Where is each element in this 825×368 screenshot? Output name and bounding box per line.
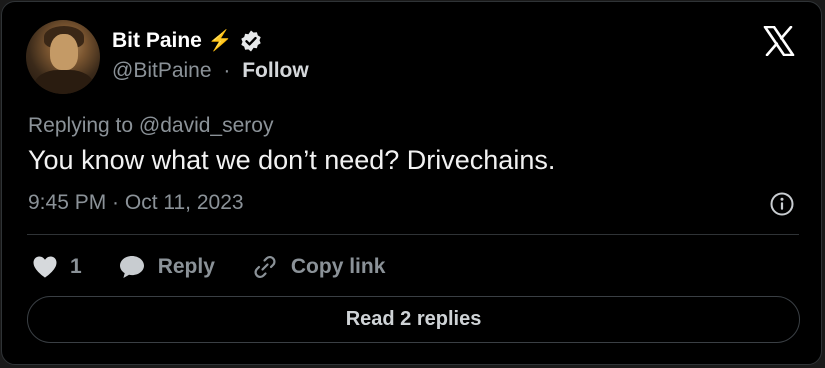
tweet-card: Bit Paine ⚡ @BitPaine · Follow Replying … [1, 1, 822, 365]
reply-label: Reply [157, 255, 215, 278]
avatar[interactable] [26, 20, 100, 94]
heart-icon [32, 255, 58, 279]
copy-link-label: Copy link [290, 255, 386, 278]
handle-separator: · [223, 59, 231, 82]
tweet-timestamp[interactable]: 9:45 PM · Oct 11, 2023 [28, 191, 244, 215]
like-count: 1 [70, 255, 82, 278]
info-icon[interactable] [769, 191, 795, 217]
verified-badge-icon [239, 29, 263, 53]
read-replies-button[interactable]: Read 2 replies [27, 296, 800, 343]
avatar-coat [34, 70, 94, 94]
x-logo-icon[interactable] [763, 25, 795, 57]
action-bar: 1 Reply Copy link [32, 253, 385, 281]
tweet-text: You know what we don’t need? Drivechains… [28, 145, 556, 175]
avatar-face [50, 34, 78, 70]
reply-button[interactable]: Reply [118, 254, 215, 280]
author-name-row: Bit Paine ⚡ [112, 28, 263, 53]
lightning-emoji: ⚡ [207, 30, 233, 52]
copy-link-button[interactable]: Copy link [251, 253, 386, 281]
author-handle[interactable]: @BitPaine [112, 59, 212, 82]
follow-link[interactable]: Follow [242, 59, 309, 82]
like-button[interactable]: 1 [32, 255, 82, 279]
author-handle-row: @BitPaine · Follow [112, 59, 309, 83]
author-name[interactable]: Bit Paine [112, 29, 202, 53]
replying-to-line[interactable]: Replying to @david_seroy [28, 114, 273, 138]
comment-bubble-icon [118, 254, 146, 280]
link-icon [251, 253, 279, 281]
divider [27, 234, 799, 235]
